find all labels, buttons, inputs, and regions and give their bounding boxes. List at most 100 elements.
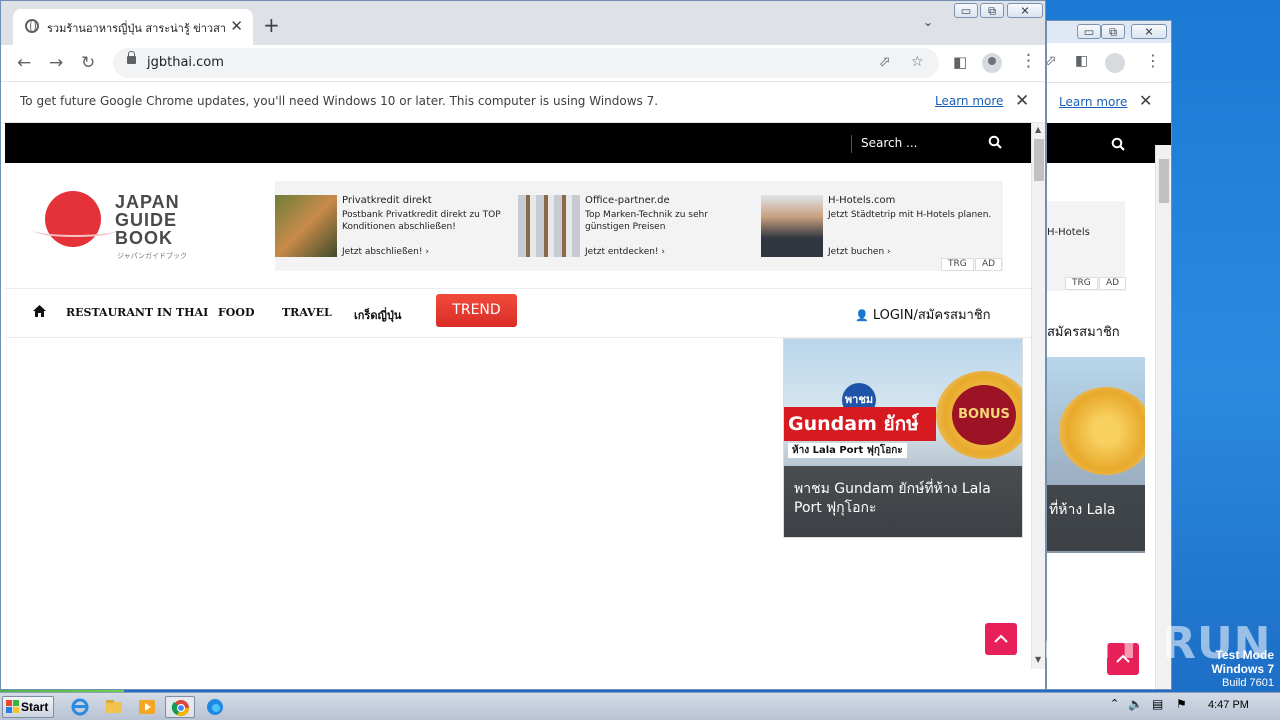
ad-item-office-partner[interactable]: Office-partner.de Top Marken-Technik zu … <box>518 195 754 259</box>
maximize-button[interactable]: ⧉ <box>980 3 1004 18</box>
scroll-up-arrow-icon[interactable]: ▲ <box>1035 125 1041 134</box>
taskbar-edge-icon[interactable] <box>203 696 227 718</box>
windows-flag-icon <box>6 700 19 713</box>
tab-close-icon[interactable]: ✕ <box>230 17 243 35</box>
forward-button[interactable]: → <box>49 53 63 73</box>
reload-button[interactable]: ↻ <box>81 53 95 73</box>
bg-scrollbar[interactable] <box>1155 145 1171 689</box>
ad-tag-ad[interactable]: AD <box>975 258 1003 271</box>
bg-login-link[interactable]: สมัครสมาชิก <box>1047 321 1120 342</box>
bg-ad-box[interactable]: H-Hotels TRG AD <box>1047 201 1127 291</box>
ad-cta-link[interactable]: Jetzt entdecken! › <box>585 247 665 257</box>
logo-brush-line <box>33 223 117 237</box>
minimize-button[interactable]: ▭ <box>954 3 978 18</box>
start-button[interactable]: Start <box>2 696 54 718</box>
logo-sun-circle <box>45 191 101 247</box>
bookmark-star-icon[interactable]: ☆ <box>911 54 924 70</box>
logo-kana: ジャパンガイドブック <box>117 252 187 260</box>
taskbar-chrome-icon[interactable] <box>165 696 195 718</box>
taskbar: Start ⌃ 🔈 ▤ ⚑ 4:47 PM <box>0 692 1280 720</box>
login-label: LOGIN/สมัครสมาชิก <box>872 308 991 323</box>
bg-search-icon[interactable] <box>1111 137 1125 151</box>
ad-tag-trg[interactable]: TRG <box>941 258 974 271</box>
login-link[interactable]: 👤 LOGIN/สมัครสมาชิก <box>855 304 991 325</box>
tab-strip: รวมร้านอาหารญี่ปุ่น สาระน่ารู้ ข่าวสาร ญ… <box>1 1 1045 45</box>
bg-scrollbar-thumb[interactable] <box>1159 159 1169 203</box>
search-icon[interactable] <box>988 135 1002 149</box>
infobar-message: To get future Google Chrome updates, you… <box>20 94 659 108</box>
nav-travel[interactable]: TRAVEL <box>282 306 332 319</box>
tray-network-icon[interactable]: ▤ <box>1152 697 1163 711</box>
scroll-down-arrow-icon[interactable]: ▼ <box>1035 655 1041 664</box>
bg-titlebar: ▭ ⧉ ✕ <box>1047 21 1171 43</box>
lock-icon[interactable] <box>127 51 136 64</box>
active-tab[interactable]: รวมร้านอาหารญี่ปุ่น สาระน่ารู้ ข่าวสาร ญ… <box>13 9 253 45</box>
ad-cta-link[interactable]: Jetzt buchen › <box>828 247 891 257</box>
search-divider <box>851 135 852 153</box>
profile-avatar-icon[interactable] <box>982 53 1002 73</box>
bg-ad-brand: H-Hotels <box>1047 227 1090 238</box>
tray-action-center-icon[interactable]: ⚑ <box>1176 697 1187 711</box>
share-icon[interactable]: ⬀ <box>879 54 891 70</box>
bg-profile-icon[interactable] <box>1105 53 1125 73</box>
bg-close-button[interactable]: ✕ <box>1131 24 1167 39</box>
background-browser-window[interactable]: ▭ ⧉ ✕ ⬀ ◧ ⋮ Learn more ✕ H-Hotels TRG AD… <box>1046 20 1172 690</box>
browser-window[interactable]: รวมร้านอาหารญี่ปุ่น สาระน่ารู้ ข่าวสาร ญ… <box>0 0 1046 690</box>
bg-share-icon[interactable]: ⬀ <box>1047 53 1057 69</box>
back-button[interactable]: ← <box>17 53 31 73</box>
nav-restaurant-in-thai[interactable]: RESTAURANT IN THAI <box>66 306 208 319</box>
tab-title: รวมร้านอาหารญี่ปุ่น สาระน่ารู้ ข่าวสาร ญ… <box>47 22 225 35</box>
ad-image <box>518 195 580 257</box>
side-panel-icon[interactable]: ◧ <box>953 53 967 71</box>
bg-menu-icon[interactable]: ⋮ <box>1145 51 1161 70</box>
bg-bonus-badge <box>1059 387 1145 475</box>
logo-word-japan: JAPAN <box>115 192 180 212</box>
nav-japan-tips[interactable]: เกร็ดญี่ปุ่น <box>354 306 401 324</box>
ad-cta-link[interactable]: Jetzt abschließen! › <box>342 247 429 257</box>
home-icon[interactable] <box>33 305 46 317</box>
ad-brand: H-Hotels.com <box>828 195 896 206</box>
bg-learn-more-link[interactable]: Learn more <box>1059 95 1127 109</box>
feature-caption[interactable]: พาชม Gundam ยักษ์ที่ห้าง Lala Port ฟุกุโ… <box>784 466 1022 537</box>
bg-info-close-icon[interactable]: ✕ <box>1139 91 1152 110</box>
page-scrollbar-thumb[interactable] <box>1034 139 1044 181</box>
page-scrollbar[interactable]: ▲ ▼ <box>1031 123 1045 669</box>
taskbar-ie-icon[interactable] <box>68 696 92 718</box>
featured-article-card[interactable]: พาชม Gundam ยักษ์ ห้าง Lala Port ฟุกุโอก… <box>783 338 1023 538</box>
test-mode-line-3: Build 7601 <box>1222 677 1274 689</box>
taskbar-media-player-icon[interactable] <box>135 696 159 718</box>
nav-food[interactable]: FOOD <box>218 306 255 319</box>
chevron-up-icon <box>994 634 1008 643</box>
trend-button[interactable]: TREND <box>436 294 517 327</box>
infobar-close-icon[interactable]: ✕ <box>1015 91 1029 111</box>
bg-maximize-button[interactable]: ⧉ <box>1101 24 1125 39</box>
tray-expand-icon[interactable]: ⌃ <box>1110 697 1119 710</box>
bg-minimize-button[interactable]: ▭ <box>1077 24 1101 39</box>
bg-side-panel-icon[interactable]: ◧ <box>1075 53 1088 69</box>
bg-feature-card[interactable]: ที่ห้าง Lala <box>1047 357 1145 553</box>
address-bar[interactable]: jgbthai.com ⬀ ☆ <box>113 48 939 78</box>
close-button[interactable]: ✕ <box>1007 3 1043 18</box>
bg-infobar: Learn more ✕ <box>1047 83 1171 123</box>
learn-more-link[interactable]: Learn more <box>935 94 1003 108</box>
test-mode-line-1: Test Mode <box>1215 648 1274 662</box>
tab-search-chevron-icon[interactable]: ⌄ <box>923 15 933 29</box>
bg-ad-tag-ad: AD <box>1099 277 1127 290</box>
ad-item-h-hotels[interactable]: H-Hotels.com Jetzt Städtetrip mit H-Hote… <box>761 195 997 259</box>
new-tab-button[interactable]: + <box>263 13 280 37</box>
ad-item-privatkredit[interactable]: Privatkredit direkt Postbank Privatkredi… <box>275 195 511 259</box>
taskbar-clock[interactable]: 4:47 PM <box>1208 699 1249 711</box>
taskbar-explorer-icon[interactable] <box>102 696 126 718</box>
url-text[interactable]: jgbthai.com <box>147 55 224 70</box>
site-logo[interactable]: JAPAN GUIDE BOOK ジャパンガイドブック <box>33 189 193 261</box>
bg-feature-caption: ที่ห้าง Lala <box>1047 485 1145 551</box>
bg-site-header <box>1047 123 1171 163</box>
ad-banner[interactable]: Privatkredit direkt Postbank Privatkredi… <box>275 181 1003 271</box>
ad-image <box>761 195 823 257</box>
chrome-menu-icon[interactable]: ⋮ <box>1020 51 1037 71</box>
tray-volume-icon[interactable]: 🔈 <box>1128 697 1143 711</box>
back-to-top-button[interactable] <box>985 623 1017 655</box>
start-label: Start <box>21 700 49 714</box>
site-search-input[interactable] <box>861 133 981 153</box>
feature-subtitle: ห้าง Lala Port ฟุกุโอกะ <box>788 443 907 458</box>
